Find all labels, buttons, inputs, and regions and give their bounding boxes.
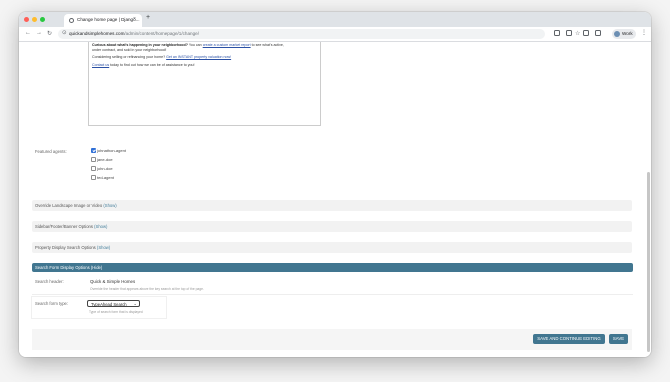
admin-page: Curious about what's happening in your n…	[19, 42, 651, 357]
puzzle-icon[interactable]	[566, 30, 572, 36]
richtext-editor[interactable]: Curious about what's happening in your n…	[88, 42, 321, 126]
new-tab-icon[interactable]: +	[146, 14, 150, 21]
maximize-window-button[interactable]	[40, 17, 45, 22]
reload-icon[interactable]: ↻	[47, 30, 52, 37]
fieldset-title-text: Override Landscape Image or Video	[35, 203, 104, 209]
fieldset-title-text: Property Display Search Options	[35, 245, 97, 251]
address-bar[interactable]: ⊙ quickandsimplehomes.com/admin/content/…	[58, 29, 580, 39]
avatar	[614, 31, 620, 37]
forward-arrow-icon[interactable]: →	[36, 30, 42, 36]
fieldset-title: Override Landscape Image or Video (Show)	[35, 203, 117, 208]
agent-name: jane-doe	[97, 157, 113, 162]
agent-name: johnathon-agent	[97, 148, 126, 153]
url-host: quickandsimplehomes.com	[69, 31, 125, 37]
url-text: quickandsimplehomes.com/admin/content/ho…	[69, 31, 199, 36]
contact-us-link[interactable]: Contact us	[92, 63, 109, 67]
hide-toggle-link[interactable]: (Hide)	[91, 265, 102, 270]
sidepanel-icon[interactable]	[595, 30, 601, 36]
richtext-line-3: Considering selling or refinancing your …	[92, 55, 231, 59]
search-header-label: Search header:	[35, 279, 64, 284]
profile-label: Work	[622, 31, 633, 37]
globe-icon	[69, 18, 74, 23]
search-header-value[interactable]: Quick & Simple Homes	[90, 279, 135, 284]
richtext-text: today to find out how we can be of assis…	[109, 63, 195, 67]
show-toggle-link[interactable]: (Show)	[103, 203, 116, 208]
show-toggle-link[interactable]: (Show)	[94, 224, 107, 229]
section-title-text: Search Form Display Options	[35, 265, 91, 271]
checkbox[interactable]	[91, 175, 96, 180]
richtext-text: to see what's active,	[250, 43, 284, 47]
richtext-bold: Curious about what's happening in your n…	[92, 43, 188, 47]
market-report-link[interactable]: create a custom market report	[203, 43, 251, 47]
checkbox-checked[interactable]	[91, 148, 96, 153]
search-form-type-row: Search form type: TypeAhead Search ⌄ Typ…	[32, 297, 166, 318]
site-info-icon[interactable]: ⊙	[62, 30, 67, 36]
fieldset-property-display: Property Display Search Options (Show)	[32, 242, 632, 253]
fieldset-sidebar: Sidebar/Footer/Banner Options (Show)	[32, 221, 632, 232]
submit-row: SAVE AND CONTINUE EDITING SAVE	[32, 329, 632, 350]
search-form-type-label: Search form type:	[35, 301, 69, 307]
richtext-line-1: Curious about what's happening in your n…	[92, 43, 284, 47]
search-form-type-select[interactable]: TypeAhead Search ⌄	[87, 300, 140, 307]
richtext-line-4: Contact us today to find out how we can …	[92, 63, 195, 67]
search-form-section-header: Search Form Display Options (Hide)	[32, 263, 633, 272]
chevron-down-icon: ⌄	[133, 301, 137, 307]
row-divider	[32, 294, 633, 295]
richtext-text: Considering selling or refinancing your …	[92, 55, 167, 59]
fieldset-title-text: Sidebar/Footer/Banner Options	[35, 224, 95, 230]
search-form-type-help: Type of search form that is displayed	[89, 310, 143, 314]
select-value: TypeAhead Search	[91, 302, 127, 308]
bookmark-star-icon[interactable]: ☆	[575, 30, 580, 37]
menu-kebab-icon[interactable]: ⋮	[641, 29, 647, 36]
tab-strip: Change home page | Django... × +	[19, 12, 651, 27]
browser-window: Change home page | Django... × + ← → ↻ ⊙…	[19, 12, 651, 357]
minimize-window-button[interactable]	[32, 17, 37, 22]
richtext-text: You can	[187, 43, 203, 47]
tab-title: Change home page | Django...	[77, 17, 140, 22]
browser-toolbar: ← → ↻ ⊙ quickandsimplehomes.com/admin/co…	[19, 27, 651, 42]
tab-close-icon[interactable]: ×	[133, 16, 136, 22]
agent-name: john-doe	[97, 166, 113, 171]
fieldset-title: Sidebar/Footer/Banner Options (Show)	[35, 224, 107, 229]
fieldset-landscape: Override Landscape Image or Video (Show)	[32, 200, 632, 211]
download-icon[interactable]	[583, 30, 589, 36]
url-path: /admin/content/homepage/1/change/	[124, 31, 199, 37]
search-header-help: Override the header that appears above t…	[90, 287, 204, 291]
valuation-link[interactable]: Get an INSTANT property valuation now!	[166, 55, 231, 59]
back-arrow-icon[interactable]: ←	[25, 30, 31, 36]
show-toggle-link[interactable]: (Show)	[97, 245, 110, 250]
profile-button[interactable]: Work	[612, 29, 636, 39]
close-window-button[interactable]	[24, 17, 29, 22]
extension-icon[interactable]	[554, 30, 560, 36]
fieldset-title: Property Display Search Options (Show)	[35, 245, 110, 250]
section-title: Search Form Display Options (Hide)	[35, 265, 102, 270]
browser-tab-active[interactable]: Change home page | Django... ×	[64, 14, 142, 27]
checkbox[interactable]	[91, 166, 96, 171]
richtext-line-2: under contract, and sold in your neighbo…	[92, 47, 167, 52]
save-button[interactable]: SAVE	[609, 334, 628, 344]
checkbox[interactable]	[91, 157, 96, 162]
featured-agents-label: Featured agents:	[35, 149, 67, 154]
agent-name: ted-agent	[97, 175, 114, 180]
save-and-continue-button[interactable]: SAVE AND CONTINUE EDITING	[533, 334, 605, 344]
page-scrollbar[interactable]	[647, 172, 650, 352]
